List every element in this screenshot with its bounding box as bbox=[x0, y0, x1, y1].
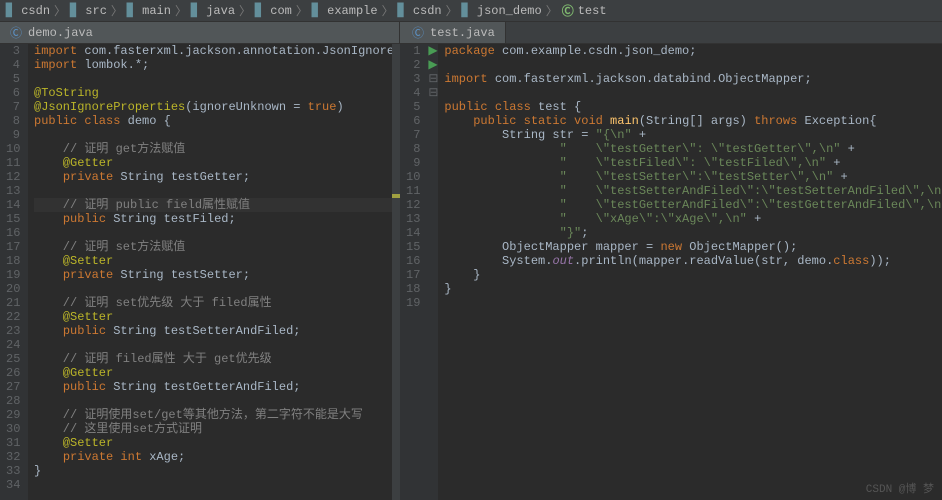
breadcrumb-segment[interactable]: src bbox=[85, 4, 107, 18]
split-panes: 3456789101112131415161718192021222324252… bbox=[0, 44, 942, 500]
folder-icon: ▋ bbox=[70, 3, 79, 18]
folder-icon: ▋ bbox=[312, 3, 321, 18]
folder-icon: ▋ bbox=[255, 3, 264, 18]
left-code-area[interactable]: import com.fasterxml.jackson.annotation.… bbox=[28, 44, 400, 500]
folder-icon: ▋ bbox=[6, 3, 15, 18]
folder-icon: ▋ bbox=[127, 3, 136, 18]
breadcrumb-segment[interactable]: example bbox=[327, 4, 377, 18]
right-editor-pane: 12345678910111213141516171819 ▶▶ ⊟⊟ pack… bbox=[400, 44, 942, 500]
watermark-text: CSDN @博 梦 bbox=[866, 480, 934, 496]
folder-icon: ▋ bbox=[462, 3, 471, 18]
editor-tabs: Ⓒ demo.java Ⓒ test.java bbox=[0, 22, 942, 44]
class-icon: Ⓒ bbox=[562, 2, 574, 19]
breadcrumb[interactable]: ▋csdn〉▋src〉▋main〉▋java〉▋com〉▋example〉▋cs… bbox=[0, 0, 942, 22]
run-gutter-icon[interactable]: ▶ bbox=[428, 44, 437, 58]
folder-icon: ▋ bbox=[398, 3, 407, 18]
fold-icon[interactable]: ⊟ bbox=[428, 86, 438, 100]
left-gutter[interactable]: 3456789101112131415161718192021222324252… bbox=[0, 44, 28, 500]
folder-icon: ▋ bbox=[191, 3, 200, 18]
breadcrumb-segment[interactable]: csdn bbox=[21, 4, 50, 18]
breadcrumb-segment[interactable]: csdn bbox=[413, 4, 442, 18]
tab-demo-java[interactable]: Ⓒ demo.java bbox=[0, 22, 400, 43]
right-gutter[interactable]: 12345678910111213141516171819 bbox=[400, 44, 428, 500]
tab-label: demo.java bbox=[28, 26, 93, 40]
breadcrumb-segment[interactable]: json_demo bbox=[477, 4, 542, 18]
java-class-icon: Ⓒ bbox=[412, 24, 424, 41]
left-editor-pane: 3456789101112131415161718192021222324252… bbox=[0, 44, 400, 500]
fold-icon[interactable]: ⊟ bbox=[428, 72, 438, 86]
breadcrumb-segment[interactable]: com bbox=[270, 4, 292, 18]
java-class-icon: Ⓒ bbox=[10, 24, 22, 41]
breadcrumb-segment[interactable]: main bbox=[142, 4, 171, 18]
left-error-stripe[interactable] bbox=[392, 44, 400, 500]
tab-label: test.java bbox=[430, 26, 495, 40]
run-gutter-icon[interactable]: ▶ bbox=[428, 58, 437, 72]
breadcrumb-segment[interactable]: java bbox=[206, 4, 235, 18]
right-fold-gutter[interactable]: ▶▶ ⊟⊟ bbox=[428, 44, 438, 500]
breadcrumb-segment[interactable]: test bbox=[578, 4, 607, 18]
right-code-area[interactable]: package com.example.csdn.json_demo; impo… bbox=[438, 44, 942, 500]
tab-test-java[interactable]: Ⓒ test.java bbox=[402, 22, 506, 43]
